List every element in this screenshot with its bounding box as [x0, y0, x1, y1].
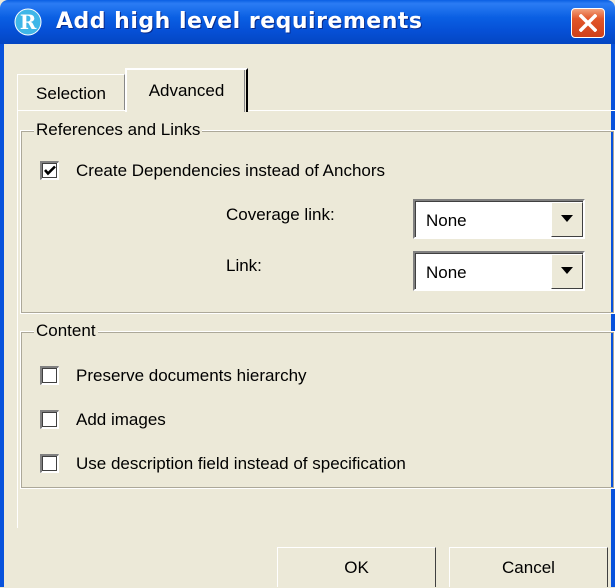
checkmark-icon	[44, 165, 56, 176]
link-select[interactable]: None	[413, 251, 585, 291]
link-value: None	[426, 263, 467, 282]
create-dependencies-label: Create Dependencies instead of Anchors	[76, 161, 386, 180]
add-images-label: Add images	[76, 410, 166, 429]
link-label: Link:	[226, 256, 262, 275]
create-dependencies-checkbox-row[interactable]: Create Dependencies instead of Anchors	[40, 160, 500, 184]
window-frame-left	[0, 44, 4, 587]
app-icon-letter: R	[20, 10, 37, 34]
chevron-down-icon	[561, 267, 573, 274]
coverage-link-label: Coverage link:	[226, 205, 335, 224]
coverage-link-dropdown-button[interactable]	[551, 202, 583, 237]
window-title: Add high level requirements	[56, 9, 423, 34]
link-dropdown-button[interactable]	[551, 254, 583, 289]
coverage-link-select[interactable]: None	[413, 199, 585, 239]
references-group-legend: References and Links	[34, 119, 203, 141]
preserve-hierarchy-checkbox-row[interactable]: Preserve documents hierarchy	[40, 365, 400, 389]
tab-selection[interactable]: Selection	[17, 74, 125, 110]
add-images-checkbox[interactable]	[40, 410, 59, 429]
close-icon	[579, 14, 597, 32]
add-images-checkbox-row[interactable]: Add images	[40, 409, 240, 433]
combo-inner: None	[415, 201, 583, 237]
coverage-link-value: None	[426, 211, 467, 230]
title-bar[interactable]: R Add high level requirements	[0, 0, 615, 44]
preserve-hierarchy-checkbox[interactable]	[40, 366, 59, 385]
close-button[interactable]	[571, 8, 605, 38]
app-r-icon: R	[14, 8, 42, 36]
combo-inner: None	[415, 253, 583, 289]
create-dependencies-checkbox[interactable]	[40, 161, 59, 180]
use-description-checkbox-row[interactable]: Use description field instead of specifi…	[40, 453, 540, 477]
cancel-button[interactable]: Cancel	[449, 547, 608, 587]
use-description-checkbox[interactable]	[40, 454, 59, 473]
preserve-hierarchy-label: Preserve documents hierarchy	[76, 366, 307, 385]
dialog-window: R Add high level requirements Selection …	[0, 0, 615, 587]
tab-advanced[interactable]: Advanced	[125, 68, 248, 112]
ok-button[interactable]: OK	[277, 547, 436, 587]
chevron-down-icon	[561, 215, 573, 222]
content-group-legend: Content	[34, 320, 98, 342]
use-description-label: Use description field instead of specifi…	[76, 454, 406, 473]
